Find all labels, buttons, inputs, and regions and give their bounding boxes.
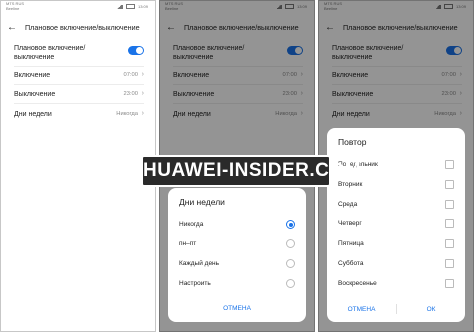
radio-icon[interactable] [286,239,295,248]
option-label: пн–пт [179,240,197,247]
radio-icon[interactable] [286,259,295,268]
day-sunday[interactable]: Воскресенье [338,279,454,288]
checkbox-icon[interactable] [445,160,454,169]
watermark-banner: HUAWEI-INSIDER.COM [141,155,361,187]
schedule-toggle-switch[interactable] [128,46,144,55]
radio-icon[interactable] [286,279,295,288]
day-label: Вторник [338,181,363,188]
toggle-label-line1: Плановое включение/ [14,45,86,52]
day-friday[interactable]: Пятница [338,239,454,248]
checkbox-icon[interactable] [445,239,454,248]
option-every-day[interactable]: Каждый день [179,259,295,268]
schedule-toggle-row[interactable]: Плановое включение/ выключение [14,44,144,64]
power-off-value: 23:00 [123,91,138,97]
phone-screen-settings: MTS RUS Beeline 13:09 ← Плановое включен… [0,0,156,332]
day-wednesday[interactable]: Среда [338,200,454,209]
power-off-row[interactable]: Выключение 23:00 › [14,90,144,100]
status-bar: MTS RUS Beeline 13:09 [0,0,156,14]
divider [14,84,144,85]
option-weekdays[interactable]: пн–пт [179,239,295,248]
chevron-right-icon: › [141,71,144,78]
divider [14,66,144,67]
dialog-title: Повтор [338,137,367,147]
weekdays-dialog: Дни недели Никогда пн–пт Каждый день Нас… [168,188,306,322]
option-label: Каждый день [179,260,220,267]
ok-button[interactable]: ОК [397,306,465,313]
status-time: 13:09 [137,4,148,9]
page-title: Плановое включение/выключение [25,23,140,32]
day-saturday[interactable]: Суббота [338,259,454,268]
cancel-button[interactable]: ОТМЕНА [327,306,396,313]
header: ← Плановое включение/выключение [0,18,156,38]
option-label: Никогда [179,221,204,228]
day-label: Среда [338,201,358,208]
signal-icon [115,4,123,9]
carrier-2: Beeline [6,5,20,11]
power-off-label: Выключение [14,91,56,98]
checkbox-icon[interactable] [445,180,454,189]
radio-selected-icon[interactable] [286,220,295,229]
day-label: Четверг [338,220,362,227]
battery-icon [125,4,135,9]
weekdays-label: Дни недели [14,111,52,118]
dialog-title: Дни недели [179,197,225,207]
carrier-info: MTS RUS Beeline [6,1,24,11]
option-label: Настроить [179,280,211,287]
day-thursday[interactable]: Четверг [338,219,454,228]
checkbox-icon[interactable] [445,200,454,209]
day-label: Суббота [338,260,364,267]
option-never[interactable]: Никогда [179,220,295,229]
back-arrow-icon[interactable]: ← [7,19,17,37]
day-label: Пятница [338,240,364,247]
day-tuesday[interactable]: Вторник [338,180,454,189]
checkbox-icon[interactable] [445,219,454,228]
power-on-row[interactable]: Включение 07:00 › [14,71,144,81]
power-on-label: Включение [14,72,51,79]
option-custom[interactable]: Настроить [179,279,295,288]
chevron-right-icon: › [141,90,144,97]
power-on-value: 07:00 [123,72,138,78]
day-label: Воскресенье [338,280,377,287]
cancel-button[interactable]: ОТМЕНА [168,305,306,312]
weekdays-value: Никогда [116,111,138,117]
weekdays-row[interactable]: Дни недели Никогда › [14,110,144,120]
checkbox-icon[interactable] [445,279,454,288]
chevron-right-icon: › [141,110,144,117]
repeat-dialog: Повтор Понедельник Вторник Среда Четверг… [327,128,465,322]
toggle-label-line2: выключение [14,54,55,61]
divider [14,103,144,104]
checkbox-icon[interactable] [445,259,454,268]
schedule-toggle-label: Плановое включение/ выключение [14,44,85,62]
